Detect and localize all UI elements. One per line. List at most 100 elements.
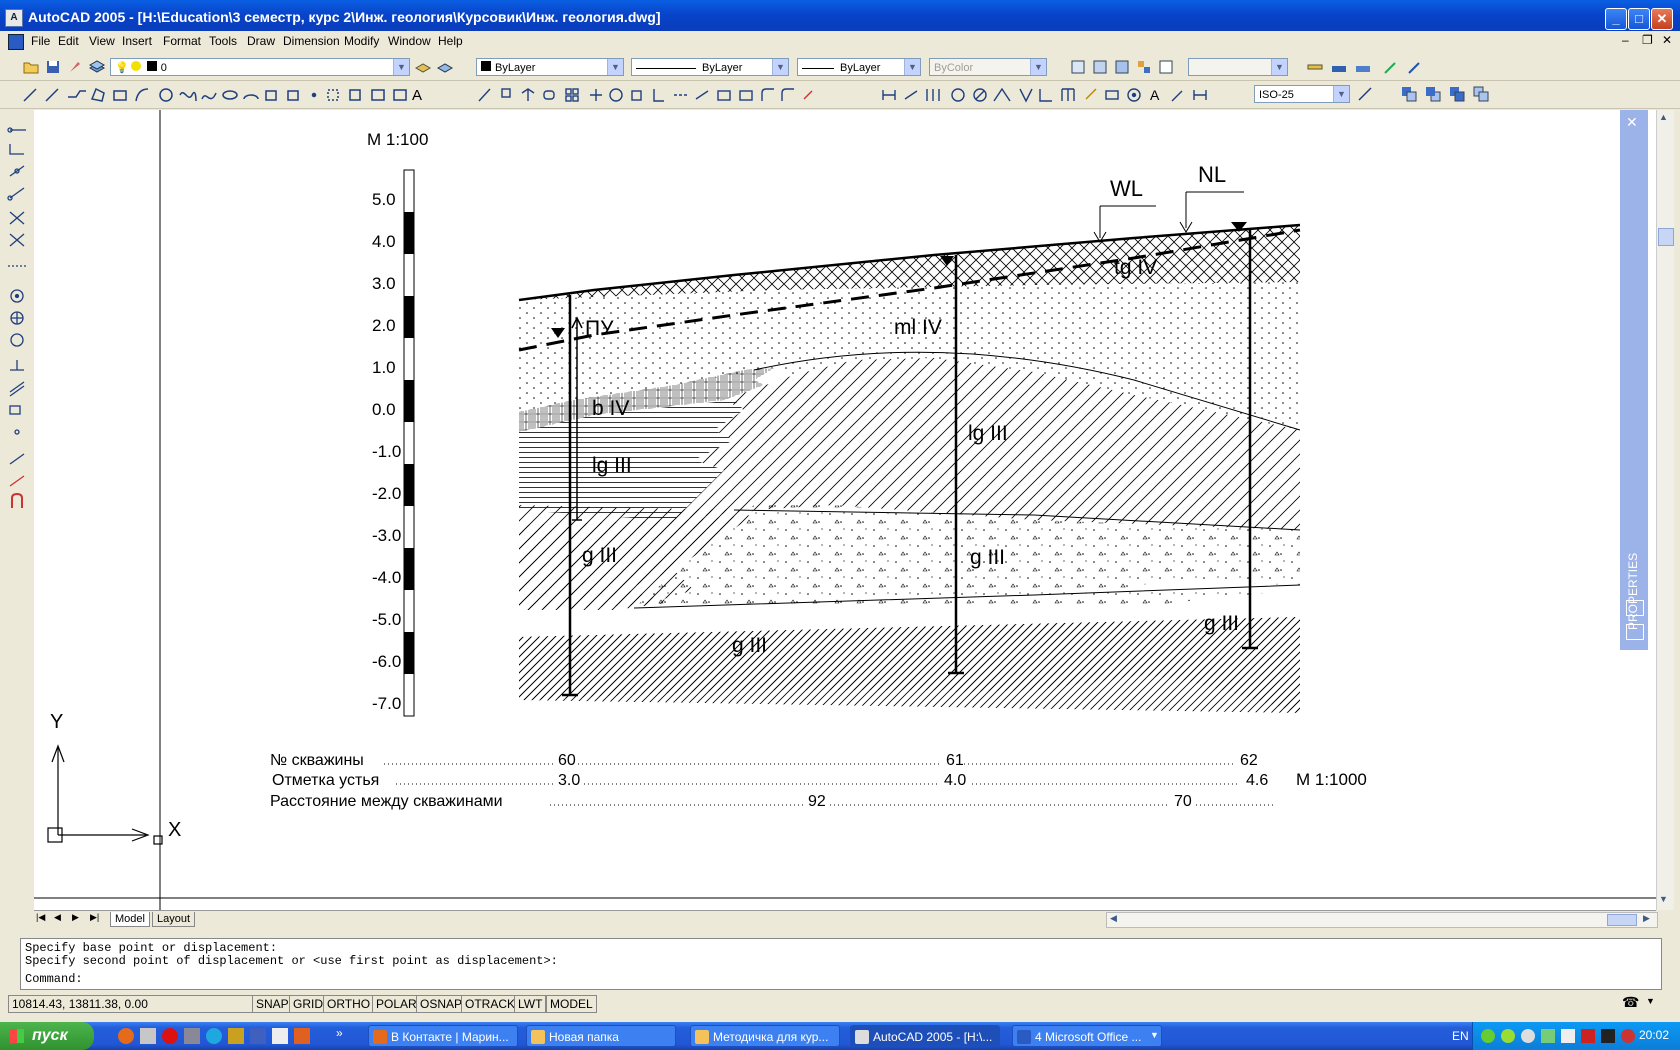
scroll-down-icon[interactable]: ▼ — [1659, 894, 1668, 904]
layer-previous-icon[interactable] — [436, 58, 454, 76]
tray-icon[interactable] — [1621, 1029, 1635, 1043]
tool-icon[interactable] — [1382, 58, 1400, 76]
menu-view[interactable]: View — [89, 34, 115, 48]
grid-toggle[interactable]: GRID — [289, 995, 327, 1013]
tray-icon[interactable] — [1601, 1029, 1615, 1043]
polar-toggle[interactable]: POLAR — [372, 995, 421, 1013]
view-icon[interactable] — [1157, 58, 1175, 76]
menu-dimension[interactable]: Dimension — [283, 34, 340, 48]
dimstyle-dropdown[interactable]: ISO-25 ▼ — [1254, 85, 1350, 103]
communication-center-icon[interactable]: ☎ — [1622, 994, 1639, 1011]
linetype-dropdown[interactable]: ByLayer ▼ — [631, 58, 789, 76]
brush-icon[interactable] — [66, 58, 84, 76]
properties-palette[interactable]: ✕ PROPERTIES — [1620, 110, 1648, 650]
menu-draw[interactable]: Draw — [247, 34, 275, 48]
chevron-down-icon[interactable]: ▼ — [1333, 86, 1349, 102]
measure-icon[interactable] — [1354, 58, 1372, 76]
task-new-folder[interactable]: Новая папка — [526, 1025, 676, 1047]
save-icon[interactable] — [44, 58, 62, 76]
quicklaunch-icon[interactable] — [272, 1028, 288, 1044]
autocad-app-icon[interactable]: A — [5, 9, 23, 27]
horizontal-scrollbar[interactable]: ◀ ▶ — [1106, 912, 1658, 928]
menu-tools[interactable]: Tools — [209, 34, 237, 48]
osnap-toggle[interactable]: OSNAP — [416, 995, 467, 1013]
tray-icon[interactable] — [1501, 1029, 1515, 1043]
measure-icon[interactable] — [1330, 58, 1348, 76]
task-metodichka[interactable]: Методичка для кур... — [690, 1025, 840, 1047]
quicklaunch-icon[interactable] — [228, 1028, 244, 1044]
draworder-icon[interactable] — [1424, 85, 1442, 103]
menu-window[interactable]: Window — [388, 34, 431, 48]
quicklaunch-icon[interactable] — [250, 1028, 266, 1044]
document-icon[interactable] — [8, 34, 24, 50]
opera-icon[interactable] — [162, 1028, 178, 1044]
scroll-right-icon[interactable]: ▶ — [1643, 913, 1650, 924]
layers-icon[interactable] — [88, 58, 106, 76]
layer-dropdown[interactable]: 💡 0 ▼ — [110, 58, 410, 76]
first-tab-icon[interactable]: |◀ — [36, 912, 45, 923]
quicklaunch-icon[interactable] — [294, 1028, 310, 1044]
menu-insert[interactable]: Insert — [122, 34, 152, 48]
measure-icon[interactable] — [1306, 58, 1324, 76]
minimize-button[interactable]: _ — [1605, 8, 1627, 30]
doc-close-icon[interactable]: ✕ — [1662, 33, 1672, 47]
tab-layout[interactable]: Layout — [152, 912, 196, 927]
menu-modify[interactable]: Modify — [344, 34, 379, 48]
last-tab-icon[interactable]: ▶| — [90, 912, 99, 923]
view-icon[interactable] — [1135, 58, 1153, 76]
menu-file[interactable]: File — [31, 34, 50, 48]
task-vkontakte[interactable]: В Контакте | Марин... — [368, 1025, 518, 1047]
start-button[interactable]: пуск — [0, 1022, 94, 1050]
scroll-thumb[interactable] — [1607, 914, 1637, 926]
draw-tools[interactable]: A — [20, 85, 460, 105]
model-toggle[interactable]: MODEL — [546, 995, 597, 1013]
close-button[interactable]: ✕ — [1651, 8, 1673, 30]
open-icon[interactable] — [22, 58, 40, 76]
next-tab-icon[interactable]: ▶ — [72, 912, 79, 923]
dimstyle-icon[interactable] — [1356, 85, 1374, 103]
close-icon[interactable]: ✕ — [1626, 114, 1638, 131]
quicklaunch-overflow-icon[interactable]: » — [336, 1026, 343, 1040]
command-window[interactable]: Specify base point or displacement: Spec… — [20, 938, 1662, 990]
view-icon[interactable] — [1113, 58, 1131, 76]
osnap-tools[interactable] — [0, 110, 34, 530]
scroll-up-icon[interactable]: ▲ — [1659, 112, 1668, 122]
tab-model[interactable]: Model — [110, 912, 150, 927]
group-chevron-icon[interactable]: ▼ — [1150, 1030, 1159, 1040]
maximize-button[interactable]: □ — [1628, 8, 1650, 30]
scroll-thumb[interactable] — [1658, 228, 1674, 246]
otrack-toggle[interactable]: OTRACK — [461, 995, 520, 1013]
modify-tools[interactable] — [476, 85, 876, 105]
menu-edit[interactable]: Edit — [58, 34, 79, 48]
lwt-toggle[interactable]: LWT — [514, 995, 547, 1013]
scroll-left-icon[interactable]: ◀ — [1110, 913, 1117, 924]
palette-option-icon[interactable] — [1626, 600, 1644, 616]
color-dropdown[interactable]: ByLayer ▼ — [476, 58, 624, 76]
quicklaunch-icon[interactable] — [140, 1028, 156, 1044]
palette-menu-icon[interactable] — [1626, 624, 1644, 640]
status-menu-icon[interactable]: ▼ — [1646, 996, 1655, 1006]
view-icon[interactable] — [1091, 58, 1109, 76]
geological-section-drawing[interactable]: 5.0 4.0 3.0 2.0 1.0 0.0 -1.0 -2.0 -3.0 -4.0 -5.0 -6… — [34, 110, 1656, 910]
vertical-scrollbar[interactable]: ▲ ▼ — [1656, 110, 1674, 910]
quicklaunch-icon[interactable] — [184, 1028, 200, 1044]
lineweight-dropdown[interactable]: ByLayer ▼ — [797, 58, 921, 76]
command-prompt[interactable]: Command: — [25, 972, 83, 986]
dimension-tools[interactable]: A — [880, 85, 1260, 105]
tray-icon[interactable] — [1481, 1029, 1495, 1043]
chevron-down-icon[interactable]: ▼ — [772, 59, 788, 75]
task-ms-office[interactable]: 4 Microsoft Office ... — [1012, 1025, 1162, 1047]
chevron-down-icon[interactable]: ▼ — [393, 59, 409, 75]
ortho-toggle[interactable]: ORTHO — [323, 995, 375, 1013]
clock[interactable]: 20:02 — [1639, 1028, 1669, 1042]
draworder-icon[interactable] — [1472, 85, 1490, 103]
tray-icon[interactable] — [1581, 1029, 1595, 1043]
menu-help[interactable]: Help — [438, 34, 463, 48]
drawing-canvas[interactable]: 5.0 4.0 3.0 2.0 1.0 0.0 -1.0 -2.0 -3.0 -4.0 -5.0 -6… — [34, 110, 1656, 910]
tray-icon[interactable] — [1521, 1029, 1535, 1043]
chevron-down-icon[interactable]: ▼ — [904, 59, 920, 75]
language-indicator[interactable]: EN — [1452, 1029, 1469, 1043]
chevron-down-icon[interactable]: ▼ — [607, 59, 623, 75]
task-autocad[interactable]: AutoCAD 2005 - [H:\... — [850, 1025, 1000, 1047]
view-icon[interactable] — [1069, 58, 1087, 76]
